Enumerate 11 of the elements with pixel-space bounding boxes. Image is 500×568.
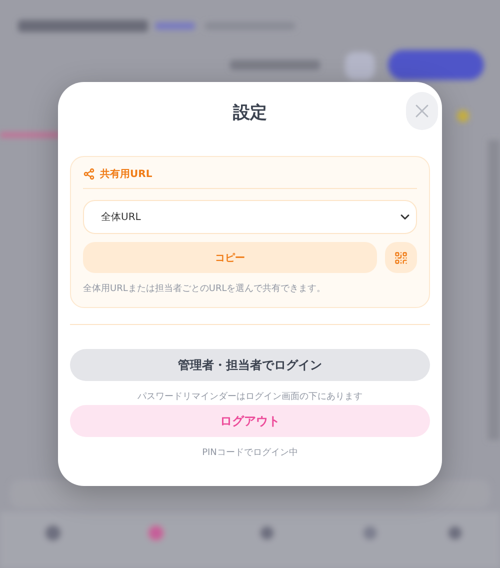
qr-code-icon [394, 250, 408, 264]
close-button[interactable] [406, 92, 438, 130]
dialog-title: 設定 [233, 102, 267, 124]
status-text: PINコードでログイン中 [201, 446, 299, 459]
share-icon [83, 168, 95, 180]
qr-code-button[interactable] [385, 242, 417, 273]
help-text: 全体用URLまたは担当者ごとのURLを選んで共有できます。 [83, 282, 327, 295]
admin-login-button[interactable]: 管理者・担当者でログイン [70, 349, 430, 381]
section-heading: 共有用URL [100, 168, 152, 181]
hint-text: パスワードリマインダーはログイン画面の下にあります [136, 390, 364, 403]
url-select[interactable]: 全体URL [83, 200, 417, 234]
